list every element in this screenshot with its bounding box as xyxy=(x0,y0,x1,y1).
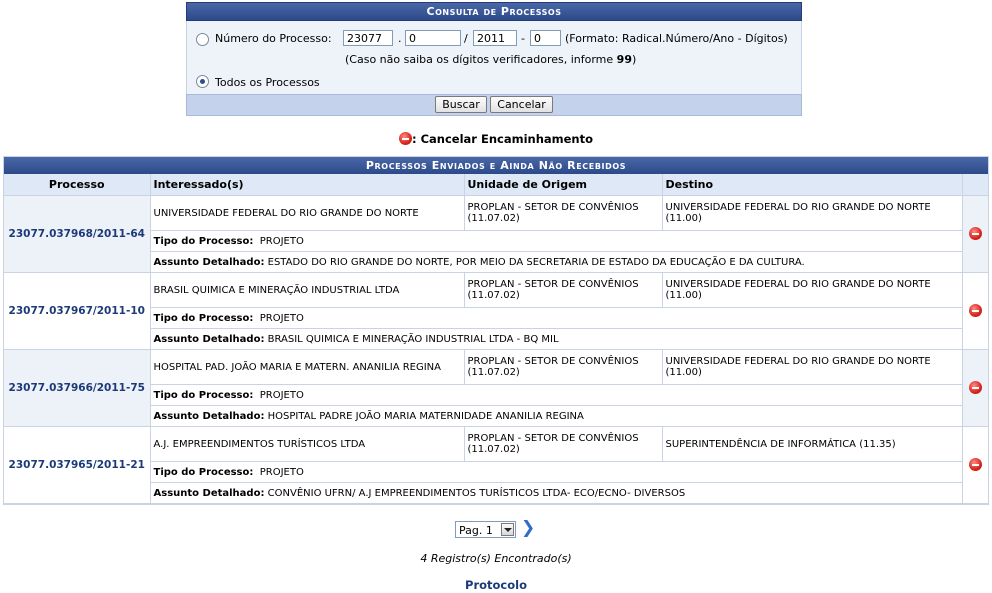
col-processo: Processo xyxy=(4,174,151,196)
chevron-down-icon[interactable] xyxy=(501,523,514,536)
results-panel: Processos Enviados e Ainda Não Recebidos… xyxy=(3,156,989,505)
col-actions xyxy=(962,174,989,196)
cancel-icon[interactable] xyxy=(968,304,982,317)
buscar-button[interactable]: Buscar xyxy=(435,96,487,113)
table-row: 23077.037968/2011-64 UNIVERSIDADE FEDERAL… xyxy=(4,195,989,273)
processo-number[interactable]: 23077.037965/2011-21 xyxy=(4,426,151,504)
cancel-action[interactable] xyxy=(962,195,989,273)
destino-cell: UNIVERSIDADE FEDERAL DO RIO GRANDE DO NO… xyxy=(662,349,963,385)
table-row-tipo: Tipo do Processo: PROJETO xyxy=(4,307,988,329)
assunto-cell: Assunto Detalhado: HOSPITAL PADRE JOÃO M… xyxy=(150,405,963,427)
cancel-action[interactable] xyxy=(962,426,989,504)
sep-dot: . xyxy=(398,32,402,45)
tipo-value: PROJETO xyxy=(259,312,304,324)
protocolo-link[interactable]: Protocolo xyxy=(0,578,992,592)
formato-hint: (Formato: Radical.Número/Ano - Dígitos) xyxy=(565,32,788,45)
verificadores-hint: (Caso não saiba os dígitos verificadores… xyxy=(345,53,637,66)
tipo-label: Tipo do Processo: xyxy=(153,235,254,247)
tipo-cell: Tipo do Processo: PROJETO xyxy=(150,461,963,483)
assunto-value: HOSPITAL PADRE JOÃO MARIA MATERNIDADE AN… xyxy=(267,410,584,422)
interessado-cell: A.J. EMPREENDIMENTOS TURÍSTICOS LTDA xyxy=(150,426,465,462)
assunto-cell: Assunto Detalhado: ESTADO DO RIO GRANDE … xyxy=(150,251,963,273)
consulta-title: Consulta de Processos xyxy=(186,2,802,21)
interessado-cell: HOSPITAL PAD. JOÃO MARIA E MATERN. ANANI… xyxy=(150,349,465,385)
pager: Pag. 1 ❯ xyxy=(455,518,535,538)
col-origem: Unidade de Origem xyxy=(464,174,663,196)
table-row: 23077.037967/2011-10 BRASIL QUIMICA E MIN… xyxy=(4,272,989,350)
processo-number[interactable]: 23077.037968/2011-64 xyxy=(4,195,151,273)
table-row: 23077.037965/2011-21 A.J. EMPREENDIMENTOS… xyxy=(4,426,989,504)
page-select-value: Pag. 1 xyxy=(459,524,493,537)
table-row-assunto: Assunto Detalhado: ESTADO DO RIO GRANDE … xyxy=(4,251,988,273)
cancel-action[interactable] xyxy=(962,349,989,427)
consulta-panel: Consulta de Processos Número do Processo… xyxy=(186,2,802,116)
assunto-value: CONVÊNIO UFRN/ A.J EMPREENDIMENTOS TURÍS… xyxy=(267,487,686,499)
assunto-value: BRASIL QUIMICA E MINERAÇÃO INDUSTRIAL LT… xyxy=(267,333,559,345)
cancel-icon[interactable] xyxy=(968,458,982,471)
todos-processos-label: Todos os Processos xyxy=(215,76,320,89)
tipo-cell: Tipo do Processo: PROJETO xyxy=(150,230,963,252)
legend-text: : Cancelar Encaminhamento xyxy=(411,132,594,146)
cancel-icon xyxy=(398,132,412,145)
radio-todos-processos[interactable] xyxy=(196,75,209,88)
assunto-label: Assunto Detalhado: xyxy=(153,410,265,422)
col-destino: Destino xyxy=(662,174,963,196)
cancel-action[interactable] xyxy=(962,272,989,350)
consulta-body: Número do Processo: 23077 . 0 / 2011 - 0… xyxy=(186,21,802,94)
numero-processo-label: Número do Processo: xyxy=(215,32,332,45)
processo-number[interactable]: 23077.037966/2011-75 xyxy=(4,349,151,427)
records-count: 4 Registro(s) Encontrado(s) xyxy=(420,552,572,565)
tipo-cell: Tipo do Processo: PROJETO xyxy=(150,307,963,329)
col-interessado: Interessado(s) xyxy=(150,174,465,196)
ano-input[interactable]: 2011 xyxy=(473,30,517,46)
cancel-icon[interactable] xyxy=(968,381,982,394)
table-row-assunto: Assunto Detalhado: HOSPITAL PADRE JOÃO M… xyxy=(4,405,988,427)
sep-slash: / xyxy=(464,32,468,45)
table-row-assunto: Assunto Detalhado: CONVÊNIO UFRN/ A.J EM… xyxy=(4,482,988,504)
table-row-tipo: Tipo do Processo: PROJETO xyxy=(4,461,988,483)
results-body: 23077.037968/2011-64 UNIVERSIDADE FEDERAL… xyxy=(4,195,989,504)
next-arrow-icon[interactable]: ❯ xyxy=(521,518,535,538)
assunto-cell: Assunto Detalhado: CONVÊNIO UFRN/ A.J EM… xyxy=(150,482,963,504)
destino-cell: UNIVERSIDADE FEDERAL DO RIO GRANDE DO NO… xyxy=(662,272,963,308)
assunto-cell: Assunto Detalhado: BRASIL QUIMICA E MINE… xyxy=(150,328,963,350)
numero-input[interactable]: 0 xyxy=(405,30,461,46)
results-title: Processos Enviados e Ainda Não Recebidos xyxy=(4,157,988,174)
sep-dash: - xyxy=(521,32,525,45)
assunto-value: ESTADO DO RIO GRANDE DO NORTE, POR MEIO … xyxy=(267,256,805,268)
radio-numero-processo[interactable] xyxy=(196,33,209,46)
origem-cell: PROPLAN - SETOR DE CONVÊNIOS (11.07.02) xyxy=(464,349,663,385)
radical-input[interactable]: 23077 xyxy=(343,30,393,46)
table-row-assunto: Assunto Detalhado: BRASIL QUIMICA E MINE… xyxy=(4,328,988,350)
legend: : Cancelar Encaminhamento xyxy=(0,132,992,146)
tipo-label: Tipo do Processo: xyxy=(153,312,254,324)
tipo-cell: Tipo do Processo: PROJETO xyxy=(150,384,963,406)
cancel-icon[interactable] xyxy=(968,227,982,240)
origem-cell: PROPLAN - SETOR DE CONVÊNIOS (11.07.02) xyxy=(464,195,663,231)
processo-number[interactable]: 23077.037967/2011-10 xyxy=(4,272,151,350)
table-row: 23077.037966/2011-75 HOSPITAL PAD. JOÃO M… xyxy=(4,349,989,427)
destino-cell: UNIVERSIDADE FEDERAL DO RIO GRANDE DO NO… xyxy=(662,195,963,231)
tipo-value: PROJETO xyxy=(259,466,304,478)
digitos-input[interactable]: 0 xyxy=(530,30,561,46)
tipo-value: PROJETO xyxy=(259,389,304,401)
assunto-label: Assunto Detalhado: xyxy=(153,333,265,345)
consulta-actions: Buscar Cancelar xyxy=(186,94,802,116)
table-row-tipo: Tipo do Processo: PROJETO xyxy=(4,384,988,406)
page-select[interactable]: Pag. 1 xyxy=(455,521,516,538)
results-table: Processo Interessado(s) Unidade de Orige… xyxy=(4,174,989,504)
assunto-label: Assunto Detalhado: xyxy=(153,487,265,499)
interessado-cell: UNIVERSIDADE FEDERAL DO RIO GRANDE DO NO… xyxy=(150,195,465,231)
cancelar-button[interactable]: Cancelar xyxy=(490,96,553,113)
destino-cell: SUPERINTENDÊNCIA DE INFORMÁTICA (11.35) xyxy=(662,426,963,462)
tipo-label: Tipo do Processo: xyxy=(153,466,254,478)
interessado-cell: BRASIL QUIMICA E MINERAÇÃO INDUSTRIAL LT… xyxy=(150,272,465,308)
tipo-label: Tipo do Processo: xyxy=(153,389,254,401)
assunto-label: Assunto Detalhado: xyxy=(153,256,265,268)
table-row-tipo: Tipo do Processo: PROJETO xyxy=(4,230,988,252)
origem-cell: PROPLAN - SETOR DE CONVÊNIOS (11.07.02) xyxy=(464,426,663,462)
tipo-value: PROJETO xyxy=(259,235,304,247)
origem-cell: PROPLAN - SETOR DE CONVÊNIOS (11.07.02) xyxy=(464,272,663,308)
